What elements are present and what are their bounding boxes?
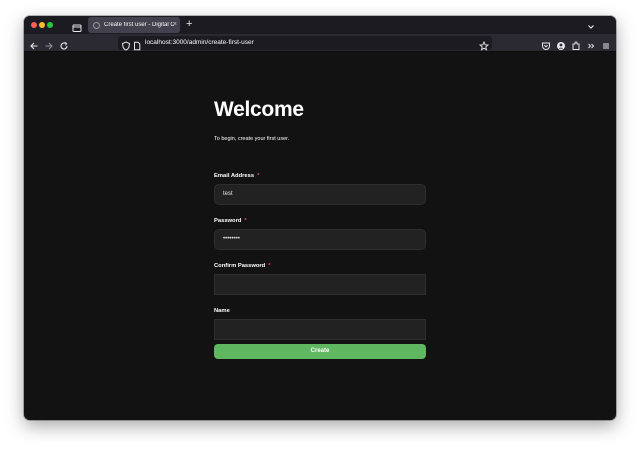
password-label: Password *	[214, 218, 247, 224]
name-label-text: Name	[214, 308, 230, 314]
url-text[interactable]: localhost:3000/admin/create-first-user	[145, 39, 254, 47]
overflow-icon[interactable]	[586, 38, 596, 49]
tab-favicon-icon	[93, 21, 100, 29]
page-subtitle: To begin, create your first user.	[214, 136, 290, 142]
required-marker: *	[244, 218, 247, 224]
firefox-view-icon[interactable]	[72, 20, 82, 32]
password-label-text: Password	[214, 218, 242, 224]
extensions-icon[interactable]	[571, 38, 581, 50]
page-title: Welcome	[214, 98, 304, 121]
forward-icon[interactable]	[44, 38, 54, 50]
navigation-toolbar: localhost:3000/admin/create-first-user	[24, 34, 616, 52]
confirm-password-label: Confirm Password *	[214, 263, 270, 269]
tab-active[interactable]: Create first user - Digital Creat ×	[88, 17, 180, 33]
reload-icon[interactable]	[59, 38, 69, 50]
menu-icon[interactable]	[601, 38, 611, 49]
confirm-password-field[interactable]	[214, 274, 426, 295]
create-button[interactable]: Create	[214, 344, 426, 359]
required-marker: *	[257, 173, 260, 179]
address-bar[interactable]: localhost:3000/admin/create-first-user	[118, 36, 492, 51]
page-content: Welcome To begin, create your first user…	[24, 53, 616, 420]
email-label: Email Address *	[214, 173, 259, 179]
tab-bar: Create first user - Digital Creat × +	[24, 16, 616, 34]
chevron-down-icon[interactable]	[586, 19, 596, 29]
required-marker: *	[268, 263, 271, 269]
account-icon[interactable]	[556, 38, 566, 50]
pocket-icon[interactable]	[541, 38, 551, 50]
password-field[interactable]: ••••••••	[214, 229, 426, 250]
tab-title: Create first user - Digital Creat	[104, 22, 174, 28]
bookmark-star-icon[interactable]	[478, 38, 490, 51]
tab-close-button[interactable]: ×	[173, 20, 177, 29]
zoom-window-button[interactable]	[47, 22, 53, 28]
minimize-window-button[interactable]	[39, 22, 45, 28]
name-label: Name	[214, 308, 230, 314]
new-tab-button[interactable]: +	[186, 18, 192, 31]
name-field[interactable]	[214, 319, 426, 340]
confirm-password-label-text: Confirm Password	[214, 263, 266, 269]
shield-icon[interactable]	[121, 38, 131, 51]
close-window-button[interactable]	[31, 22, 37, 28]
email-label-text: Email Address	[214, 173, 255, 179]
page-icon[interactable]	[132, 38, 142, 51]
email-field[interactable]: test	[214, 184, 426, 205]
browser-window: Create first user - Digital Creat × + lo…	[24, 16, 616, 420]
back-icon[interactable]	[29, 38, 39, 50]
